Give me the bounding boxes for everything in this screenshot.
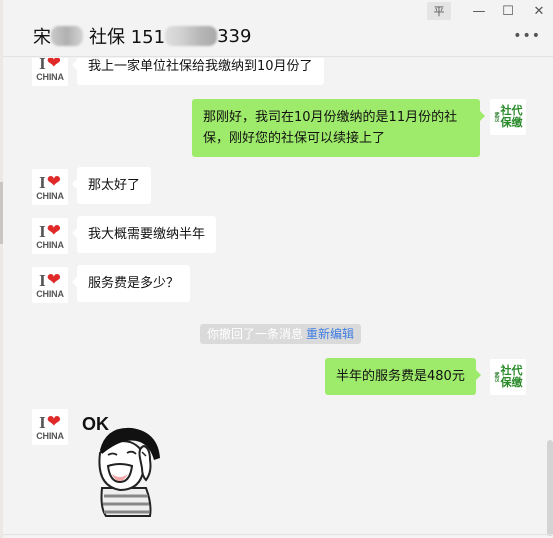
message-bubble[interactable]: 服务费是多少？	[71, 265, 191, 302]
divider	[3, 534, 553, 535]
sticker-text: OK	[82, 414, 109, 434]
self-avatar[interactable]: 武汉 社代 保缴	[490, 99, 526, 135]
avatar-text: CHINA	[36, 288, 64, 299]
message-bubble[interactable]: 我上一家单位社保给我缴纳到10月份了	[72, 58, 324, 85]
maximize-icon[interactable]: ☐	[496, 2, 520, 20]
message-bubble[interactable]: 那刚好，我司在10月份缴纳的是11月份的社保，刚好您的社保可以续接上了	[192, 99, 485, 157]
contact-avatar[interactable]: I ❤ CHINA	[32, 267, 68, 303]
avatar-letter: I	[39, 222, 46, 241]
avatar-line2: 保缴	[500, 116, 523, 129]
avatar-text: CHINA	[36, 239, 64, 250]
avatar-letter: I	[39, 413, 46, 432]
heart-icon: ❤	[46, 221, 61, 241]
chat-header: 宋 社保 151 339 平 — ☐ ✕ •••	[3, 0, 553, 57]
more-options-button[interactable]: •••	[513, 28, 541, 44]
self-avatar[interactable]: 武汉 社代 保缴	[490, 359, 526, 395]
message-bubble[interactable]: 半年的服务费是480元	[325, 358, 481, 395]
heart-icon: ❤	[46, 412, 61, 432]
close-icon[interactable]: ✕	[527, 2, 551, 20]
message-bubble[interactable]: 那太好了	[71, 167, 152, 204]
avatar-line2: 保缴	[500, 376, 523, 389]
avatar-text: CHINA	[36, 71, 64, 82]
avatar-letter: I	[39, 173, 46, 192]
avatar-letter: I	[39, 271, 46, 290]
title-suffix: 339	[217, 25, 252, 47]
meme-face-icon: OK	[82, 414, 160, 517]
ok-sticker[interactable]: OK	[80, 408, 175, 518]
heart-icon: ❤	[46, 58, 61, 73]
avatar-small-text: 武汉	[493, 112, 500, 122]
redacted-name	[51, 26, 83, 46]
chat-title: 宋 社保 151 339	[33, 23, 251, 49]
contact-avatar[interactable]: I ❤ CHINA	[32, 409, 68, 445]
avatar-text: CHINA	[36, 190, 64, 201]
title-prefix: 宋	[33, 27, 51, 48]
avatar-small-text: 武汉	[493, 372, 500, 382]
re-edit-link[interactable]: 重新编辑	[306, 327, 354, 341]
heart-icon: ❤	[46, 172, 61, 192]
chat-scrollbar[interactable]	[547, 440, 553, 536]
message-bubble[interactable]: 我大概需要缴纳半年	[71, 216, 217, 253]
title-middle: 社保 151	[89, 27, 166, 48]
contact-avatar[interactable]: I ❤ CHINA	[32, 169, 68, 205]
recall-text: 你撤回了一条消息	[207, 327, 304, 341]
contact-avatar[interactable]: I ❤ CHINA	[32, 58, 68, 86]
redacted-phone	[165, 26, 218, 46]
minimize-icon[interactable]: —	[467, 2, 491, 20]
avatar-letter: I	[39, 58, 46, 73]
recall-notice: 你撤回了一条消息 重新编辑	[200, 324, 362, 344]
contact-avatar[interactable]: I ❤ CHINA	[32, 218, 68, 254]
avatar-text: CHINA	[36, 430, 64, 441]
message-list: I ❤ CHINA 我上一家单位社保给我缴纳到10月份了 那刚好，我司在10月份缴…	[3, 58, 553, 538]
pin-icon[interactable]: 平	[427, 2, 451, 20]
heart-icon: ❤	[46, 270, 61, 290]
